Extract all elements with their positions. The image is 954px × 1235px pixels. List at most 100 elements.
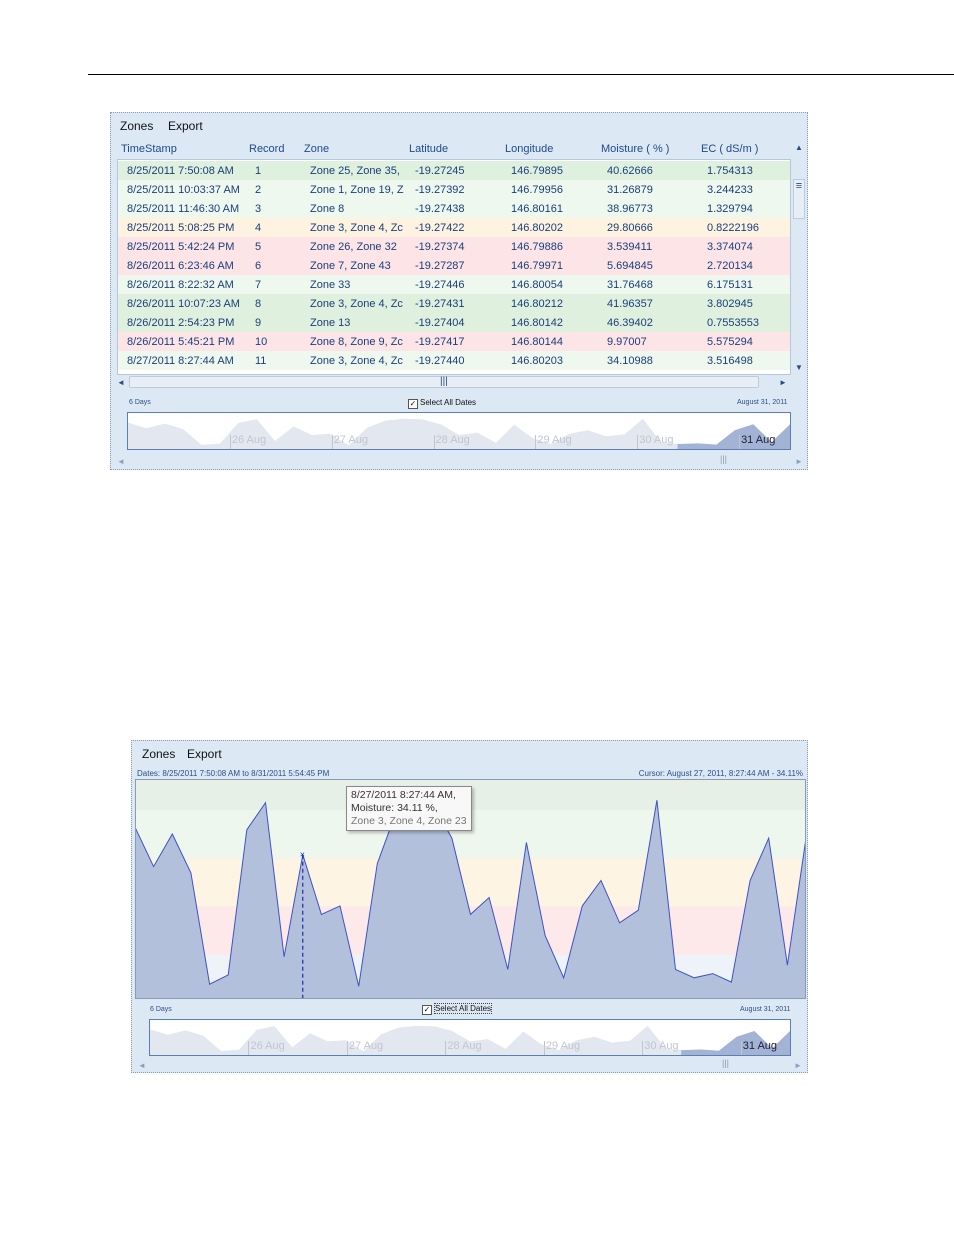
cell-ec: 2.720134 bbox=[707, 260, 753, 272]
menu-zones[interactable]: Zones bbox=[120, 119, 153, 133]
scroll-left-arrow-icon[interactable]: ◄ bbox=[117, 378, 125, 387]
table-row[interactable]: 8/26/2011 10:07:23 AM 8 Zone 3, Zone 4, Zc… bbox=[118, 294, 790, 313]
cursor-readout: Cursor: August 27, 2011, 8:27:44 AM - 34… bbox=[638, 769, 803, 778]
cell-lat: -19.27287 bbox=[415, 260, 465, 272]
navigator-end-date: August 31, 2011 bbox=[737, 399, 788, 406]
navigator-tick-label: 28 Aug bbox=[447, 1040, 482, 1052]
navigator-tick-label: 29 Aug bbox=[545, 1040, 581, 1052]
checkbox-box[interactable]: ✓ bbox=[422, 1005, 432, 1015]
cell-zone: Zone 8 bbox=[310, 203, 345, 215]
cell-moist: 40.62666 bbox=[607, 165, 653, 177]
column-header-ec[interactable]: EC ( dS/m ) bbox=[701, 143, 758, 155]
cell-rec: 1 bbox=[255, 165, 262, 177]
horizontal-scroll-grip[interactable]: ||| bbox=[440, 376, 448, 387]
table-row[interactable]: 8/27/2011 8:27:44 AM 11 Zone 3, Zone 4, Zc… bbox=[118, 351, 790, 370]
cell-ts: 8/25/2011 10:03:37 AM bbox=[127, 184, 240, 196]
table-row[interactable]: 8/26/2011 8:22:32 AM 7 Zone 33 -19.27446 146… bbox=[118, 275, 790, 294]
column-header-timestamp[interactable]: TimeStamp bbox=[121, 143, 177, 155]
navigator-left-arrow-icon[interactable]: ◄ bbox=[138, 1061, 146, 1070]
cell-lat: -19.27417 bbox=[415, 336, 465, 348]
navigator-tick bbox=[346, 1041, 348, 1055]
table-row[interactable]: 8/25/2011 10:03:37 AM 2 Zone 1, Zone 19, Z… bbox=[118, 180, 790, 199]
select-all-dates-checkbox[interactable]: ✓ Select All Dates bbox=[422, 1003, 493, 1015]
navigator-scroll-grip[interactable]: ||| bbox=[720, 454, 727, 464]
menu-bar: Zones Export bbox=[132, 741, 807, 765]
vertical-scroll-thumb[interactable]: ≡ bbox=[793, 179, 805, 219]
cell-ec: 1.754313 bbox=[707, 165, 753, 177]
cell-ec: 3.244233 bbox=[707, 184, 753, 196]
cell-ts: 8/25/2011 11:46:30 AM bbox=[127, 203, 240, 215]
navigator-range-label: 6 Days bbox=[150, 1006, 172, 1013]
date-navigator[interactable]: 26 Aug 27 Aug 28 Aug 29 Aug 30 Aug 31 Aug bbox=[127, 412, 791, 450]
table-row[interactable]: 8/25/2011 11:46:30 AM 3 Zone 8 -19.27438 146… bbox=[118, 199, 790, 218]
cell-lat: -19.27392 bbox=[415, 184, 465, 196]
tooltip-zones: Zone 3, Zone 4, Zone 23 bbox=[351, 815, 467, 827]
cell-ec: 3.802945 bbox=[707, 298, 753, 310]
cell-lon: 146.79886 bbox=[511, 241, 563, 253]
table-row[interactable]: 8/25/2011 5:42:24 PM 5 Zone 26, Zone 32 -19… bbox=[118, 237, 790, 256]
table-row[interactable]: 8/25/2011 7:50:08 AM 1 Zone 25, Zone 35, -1… bbox=[118, 161, 790, 180]
column-header-record[interactable]: Record bbox=[249, 143, 284, 155]
navigator-tick bbox=[637, 435, 639, 449]
cell-ec: 0.8222196 bbox=[707, 222, 759, 234]
navigator-tick-label: 30 Aug bbox=[644, 1040, 679, 1052]
cell-moist: 41.96357 bbox=[607, 298, 653, 310]
cell-moist: 31.26879 bbox=[607, 184, 653, 196]
menu-zones[interactable]: Zones bbox=[142, 747, 175, 761]
cell-lon: 146.79971 bbox=[511, 260, 563, 272]
horizontal-scrollbar[interactable]: ||| bbox=[129, 376, 759, 388]
cell-ts: 8/26/2011 5:45:21 PM bbox=[127, 336, 235, 348]
cell-ts: 8/27/2011 8:27:44 AM bbox=[127, 355, 234, 367]
navigator-right-arrow-icon[interactable]: ► bbox=[794, 1061, 802, 1070]
threshold-band bbox=[135, 858, 806, 907]
menu-export[interactable]: Export bbox=[168, 119, 203, 133]
column-header-longitude[interactable]: Longitude bbox=[505, 143, 553, 155]
navigator-left-arrow-icon[interactable]: ◄ bbox=[117, 457, 125, 466]
tooltip-moisture: Moisture: 34.11 %, bbox=[351, 802, 438, 814]
cell-moist: 5.694845 bbox=[607, 260, 653, 272]
cell-ec: 3.374074 bbox=[707, 241, 753, 253]
cell-moist: 9.97007 bbox=[607, 336, 647, 348]
grid-view-panel: Zones Export TimeStamp Record Zone Latit… bbox=[110, 112, 808, 470]
navigator-range-label: 6 Days bbox=[129, 399, 151, 406]
cell-lat: -19.27422 bbox=[415, 222, 465, 234]
cell-lat: -19.27440 bbox=[415, 355, 465, 367]
select-all-dates-label: Select All Dates bbox=[434, 1003, 493, 1014]
table-row[interactable]: 8/26/2011 6:23:46 AM 6 Zone 7, Zone 43 -19.… bbox=[118, 256, 790, 275]
cell-lon: 146.80054 bbox=[511, 279, 563, 291]
select-all-dates-checkbox[interactable]: ✓ Select All Dates bbox=[408, 398, 476, 409]
vertical-scrollbar[interactable]: ▲ ≡ ▼ bbox=[793, 143, 805, 373]
column-header-moisture[interactable]: Moisture ( % ) bbox=[601, 143, 669, 155]
cell-rec: 8 bbox=[255, 298, 262, 310]
navigator-scroll-grip[interactable]: ||| bbox=[722, 1058, 729, 1068]
navigator-end-date: August 31, 2011 bbox=[740, 1006, 791, 1013]
cell-ec: 1.329794 bbox=[707, 203, 753, 215]
scroll-down-arrow-icon[interactable]: ▼ bbox=[795, 363, 803, 372]
checkbox-box[interactable]: ✓ bbox=[408, 399, 418, 409]
cursor-point-marker[interactable]: × bbox=[300, 850, 305, 860]
cell-zone: Zone 8, Zone 9, Zc bbox=[310, 336, 403, 348]
cell-rec: 6 bbox=[255, 260, 262, 272]
table-row[interactable]: 8/26/2011 5:45:21 PM 10 Zone 8, Zone 9, Zc… bbox=[118, 332, 790, 351]
table-row[interactable]: 8/26/2011 2:54:23 PM 9 Zone 13 -19.27404 146… bbox=[118, 313, 790, 332]
scroll-up-arrow-icon[interactable]: ▲ bbox=[795, 143, 803, 152]
data-grid[interactable]: 8/25/2011 7:50:08 AM 1 Zone 25, Zone 35, -1… bbox=[117, 159, 791, 375]
scroll-right-arrow-icon[interactable]: ► bbox=[779, 378, 787, 387]
chart-view-panel: Zones Export Dates: 8/25/2011 7:50:08 AM… bbox=[131, 740, 808, 1073]
cell-zone: Zone 13 bbox=[310, 317, 351, 329]
cell-ts: 8/25/2011 5:08:25 PM bbox=[127, 222, 235, 234]
table-row[interactable]: 8/25/2011 5:08:25 PM 4 Zone 3, Zone 4, Zc -… bbox=[118, 218, 790, 237]
menu-export[interactable]: Export bbox=[187, 747, 222, 761]
column-header-zone[interactable]: Zone bbox=[304, 143, 329, 155]
cell-rec: 7 bbox=[255, 279, 262, 291]
cell-rec: 2 bbox=[255, 184, 262, 196]
column-header-latitude[interactable]: Latitude bbox=[409, 143, 448, 155]
navigator-tick bbox=[740, 1041, 742, 1055]
navigator-tick bbox=[433, 435, 435, 449]
date-navigator[interactable]: 26 Aug 27 Aug 28 Aug 29 Aug 30 Aug 31 Aug bbox=[149, 1019, 791, 1056]
navigator-tick-label: 27 Aug bbox=[348, 1040, 384, 1052]
navigator-right-arrow-icon[interactable]: ► bbox=[795, 457, 803, 466]
cell-moist: 38.96773 bbox=[607, 203, 653, 215]
cell-moist: 29.80666 bbox=[607, 222, 653, 234]
cell-rec: 9 bbox=[255, 317, 262, 329]
